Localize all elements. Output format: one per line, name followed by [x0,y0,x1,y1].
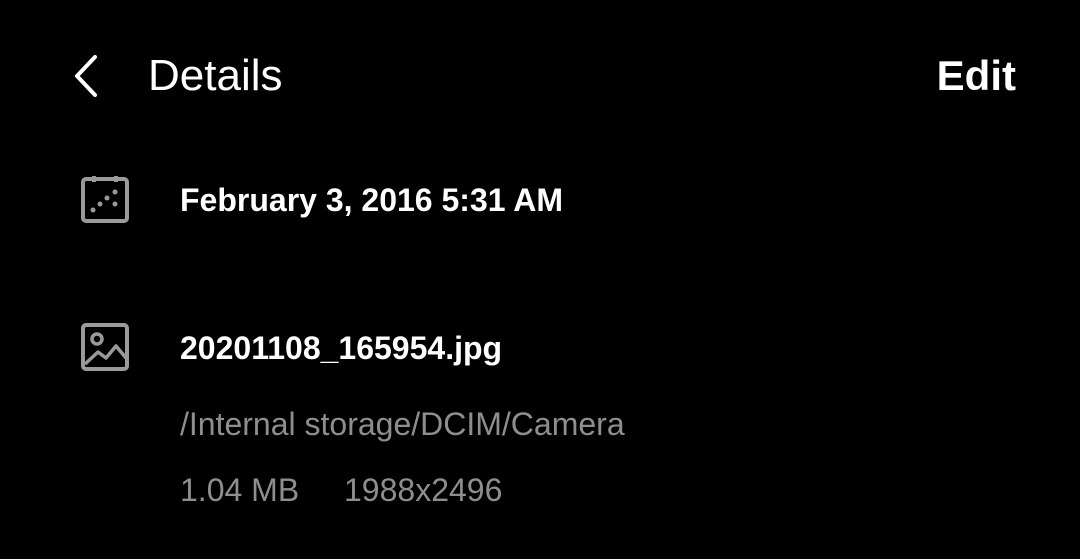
back-button[interactable] [58,46,114,106]
calendar-icon [78,173,132,227]
image-resolution: 1988x2496 [344,472,503,508]
app-bar: Details Edit [0,0,1080,150]
file-name: 20201108_165954.jpg [180,330,503,366]
chevron-left-icon [75,55,97,97]
date-taken: February 3, 2016 5:31 AM [180,182,563,218]
image-icon [78,320,132,374]
file-size: 1.04 MB [180,472,300,508]
date-row: February 3, 2016 5:31 AM [0,170,1080,230]
edit-button[interactable]: Edit [937,48,1016,104]
file-row: 20201108_165954.jpg /Internal storage/DC… [0,318,1080,518]
file-path: /Internal storage/DCIM/Camera [180,406,625,442]
page-title: Details [148,51,283,100]
